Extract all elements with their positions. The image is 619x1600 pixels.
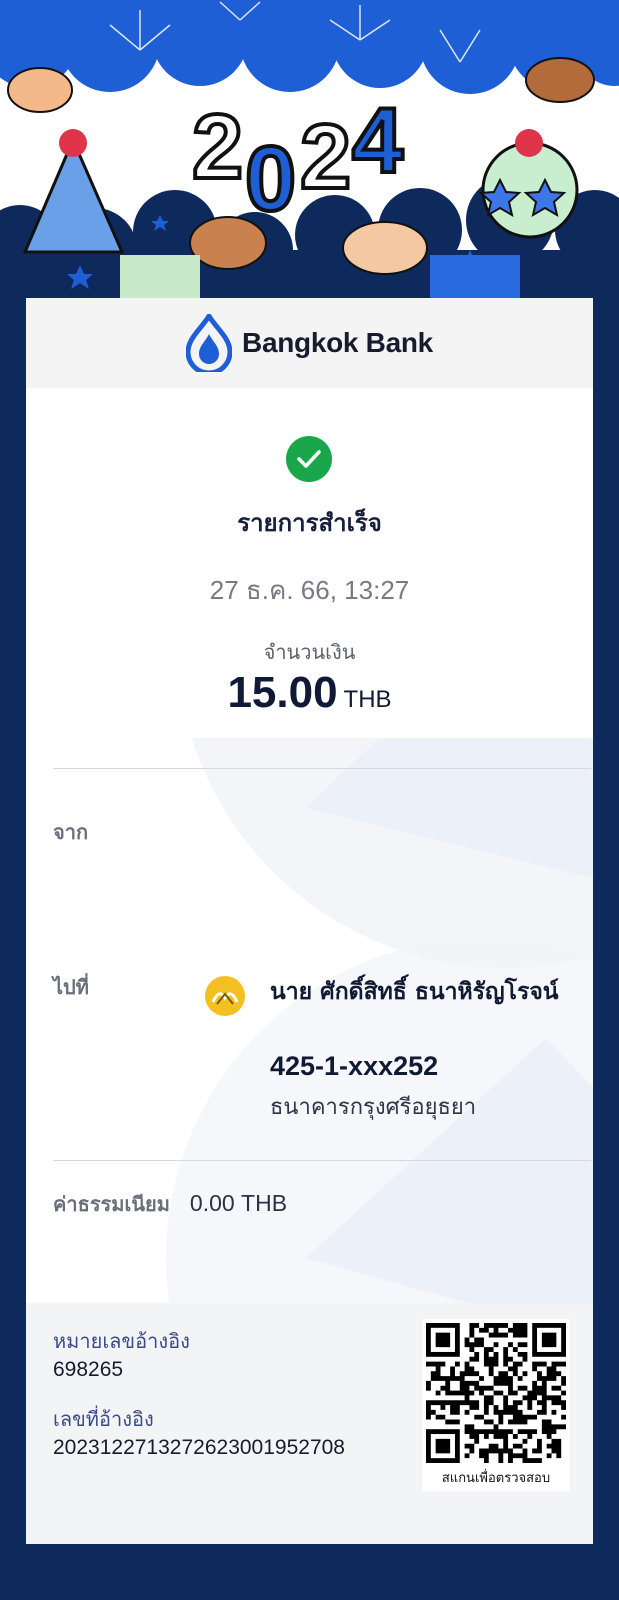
from-label: จาก xyxy=(53,820,89,844)
success-check-icon xyxy=(286,436,332,482)
reference-section: หมายเลขอ้างอิง 698265 เลขที่อ้างอิง 2023… xyxy=(26,1303,593,1544)
svg-text:2: 2 xyxy=(300,106,351,208)
recipient-bank: ธนาคารกรุงศรีอยุธยา xyxy=(270,1095,477,1120)
fee-row: ค่าธรรมเนียม 0.00 THB xyxy=(53,1188,287,1220)
recipient-name: นาย ศักดิ์สิทธิ์ ธนาหิรัญโรจน์ xyxy=(270,979,559,1005)
svg-text:4: 4 xyxy=(352,90,403,192)
amount-value: 15.00 xyxy=(227,668,338,717)
divider xyxy=(53,768,591,769)
amount-label: จำนวนเงิน xyxy=(263,640,356,664)
svg-text:2: 2 xyxy=(192,96,243,198)
amount-display: 15.00 THB xyxy=(26,668,593,718)
fee-value: 0.00 THB xyxy=(189,1190,288,1216)
bangkok-bank-logo-icon xyxy=(186,314,233,372)
new-year-banner: 2 0 2 4 xyxy=(0,0,619,300)
krungsri-bank-icon xyxy=(205,976,245,1016)
reference-number-label: หมายเลขอ้างอิง xyxy=(53,1329,190,1353)
reference-id-label: เลขที่อ้างอิง xyxy=(53,1407,154,1431)
qr-code-icon xyxy=(425,1322,567,1464)
amount-currency: THB xyxy=(343,686,392,713)
transaction-datetime: 27 ธ.ค. 66, 13:27 xyxy=(209,575,410,605)
fee-label: ค่าธรรมเนียม xyxy=(53,1192,170,1216)
reference-number-value: 698265 xyxy=(53,1358,124,1381)
bank-name: Bangkok Bank xyxy=(242,327,433,358)
verification-qr-code[interactable]: สแกนเพื่อตรวจสอบ xyxy=(422,1319,570,1491)
qr-caption: สแกนเพื่อตรวจสอบ xyxy=(441,1471,551,1486)
svg-text:0: 0 xyxy=(245,128,296,230)
recipient-account: 425-1-xxx252 xyxy=(270,1051,439,1081)
to-label: ไปที่ xyxy=(53,975,89,999)
bank-header: Bangkok Bank xyxy=(26,298,593,388)
status-title: รายการสำเร็จ xyxy=(237,509,382,537)
divider xyxy=(53,1160,591,1161)
reference-id-value: 20231227132726230019527​08 xyxy=(53,1436,345,1459)
transfer-receipt: Bangkok Bank รายการสำเร็จ 27 ธ.ค. 66, 13… xyxy=(26,298,593,1544)
